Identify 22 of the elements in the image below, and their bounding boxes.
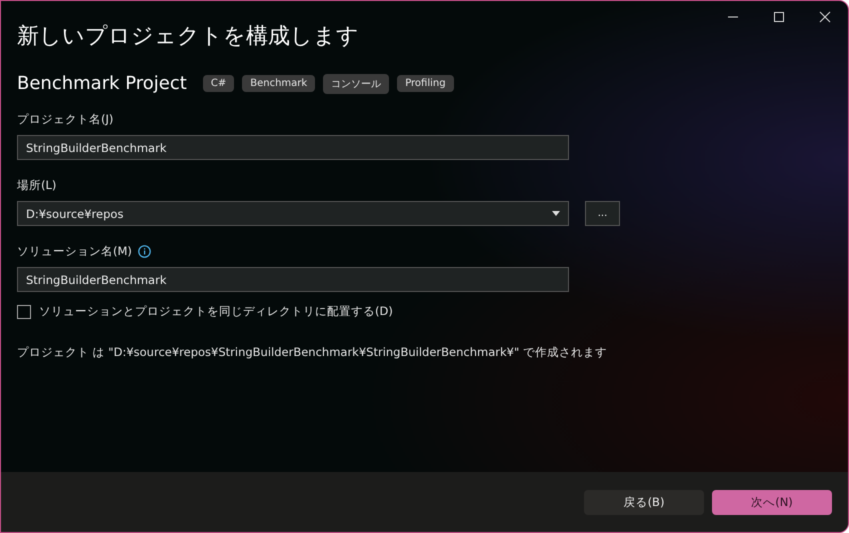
- back-button[interactable]: 戻る(B): [584, 490, 704, 514]
- checkbox[interactable]: [17, 304, 31, 318]
- close-icon[interactable]: [819, 11, 831, 23]
- tag: Profiling: [397, 75, 454, 92]
- caret-icon: [552, 211, 560, 216]
- tag: コンソール: [323, 74, 390, 94]
- summary-text: プロジェクト は "D:¥source¥repos¥StringBuilderBenchmark¥StringBuilderBenchmark¥" で作成されます: [17, 345, 608, 360]
- tag: Benchmark: [242, 75, 316, 92]
- info-icon[interactable]: [138, 245, 151, 258]
- field-label: ソリューション名(M): [17, 244, 132, 259]
- input-field[interactable]: StringBuilderBenchmark: [17, 267, 569, 292]
- field-label: 場所(L): [17, 178, 56, 193]
- field-label: プロジェクト名(J): [17, 112, 114, 127]
- next-button[interactable]: 次へ(N): [712, 490, 832, 514]
- maximize-icon[interactable]: [773, 11, 785, 23]
- tag: C#: [202, 75, 234, 92]
- checkbox-label: ソリューションとプロジェクトを同じディレクトリに配置する(D): [39, 304, 393, 319]
- window-title: 新しいプロジェクトを構成します: [17, 23, 359, 51]
- project-name: Benchmark Project: [17, 73, 187, 94]
- location-dropdown[interactable]: D:¥source¥repos: [17, 201, 569, 226]
- input-field[interactable]: StringBuilderBenchmark: [17, 135, 569, 160]
- browse-button[interactable]: ...: [585, 201, 620, 226]
